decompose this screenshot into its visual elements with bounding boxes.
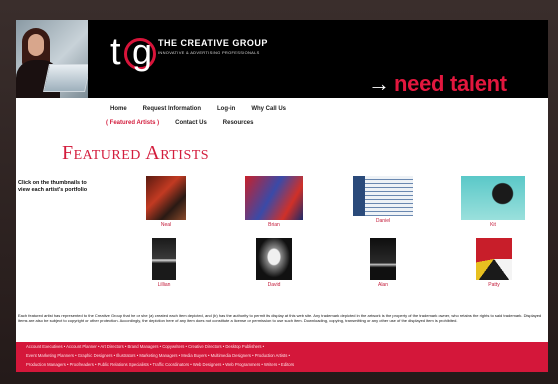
nav-why-call-us[interactable]: Why Call Us xyxy=(251,106,286,112)
nav-resources[interactable]: Resources xyxy=(223,120,254,126)
disclaimer-text: Each featured artist has represented to … xyxy=(18,313,542,323)
artist-thumbnail[interactable]: Patty xyxy=(474,238,514,288)
footer-line[interactable]: Event Marketing Planners • Graphic Desig… xyxy=(16,351,548,360)
footer-line[interactable]: Production Managers • Proofreaders • Pub… xyxy=(16,360,548,369)
artist-thumbnail[interactable]: Alan xyxy=(368,238,398,288)
artist-name[interactable]: Kit xyxy=(460,222,526,228)
nav-log-in[interactable]: Log-in xyxy=(217,106,235,112)
artist-name[interactable]: David xyxy=(254,282,294,288)
site-header: tg THE CREATIVE GROUP INNOVATIVE & ADVER… xyxy=(16,20,548,98)
nav-contact-us[interactable]: Contact Us xyxy=(175,120,207,126)
instructions-text: Click on the thumbnails to view each art… xyxy=(18,180,88,193)
artist-thumbnail[interactable]: Lillian xyxy=(150,238,178,288)
brand-tagline: INNOVATIVE & ADVERTISING PROFESSIONALS xyxy=(158,50,260,55)
footer-job-links: Account Executives • Account Planner • A… xyxy=(16,342,548,372)
artist-name[interactable]: Neal xyxy=(144,222,188,228)
main-nav: Home Request Information Log-in Why Call… xyxy=(106,102,366,130)
artist-name[interactable]: Daniel xyxy=(352,218,414,224)
arrow-right-icon: → xyxy=(368,71,390,96)
monitor-frame: tg THE CREATIVE GROUP INNOVATIVE & ADVER… xyxy=(0,0,558,384)
artist-name[interactable]: Alan xyxy=(368,282,398,288)
need-talent-banner[interactable]: → need talent xyxy=(368,72,507,96)
header-photo xyxy=(16,20,88,98)
need-talent-link[interactable]: need talent xyxy=(394,72,507,96)
nav-home[interactable]: Home xyxy=(110,106,127,112)
artist-thumbnail[interactable]: Neal xyxy=(144,176,188,228)
artist-name[interactable]: Lillian xyxy=(150,282,178,288)
artist-name[interactable]: Brian xyxy=(244,222,304,228)
artist-thumbnail[interactable]: Kit xyxy=(460,176,526,228)
artist-thumbnail[interactable]: Brian xyxy=(244,176,304,228)
artist-thumbnail[interactable]: Daniel xyxy=(352,176,414,224)
page-title: Featured Artists xyxy=(62,142,210,164)
nav-request-information[interactable]: Request Information xyxy=(143,106,201,112)
nav-featured-artists[interactable]: ( Featured Artists ) xyxy=(106,120,159,126)
footer-line[interactable]: Account Executives • Account Planner • A… xyxy=(16,342,548,351)
brand-name: THE CREATIVE GROUP xyxy=(158,38,268,48)
web-page: tg THE CREATIVE GROUP INNOVATIVE & ADVER… xyxy=(16,20,548,372)
artist-name[interactable]: Patty xyxy=(474,282,514,288)
artist-thumbnail[interactable]: David xyxy=(254,238,294,288)
